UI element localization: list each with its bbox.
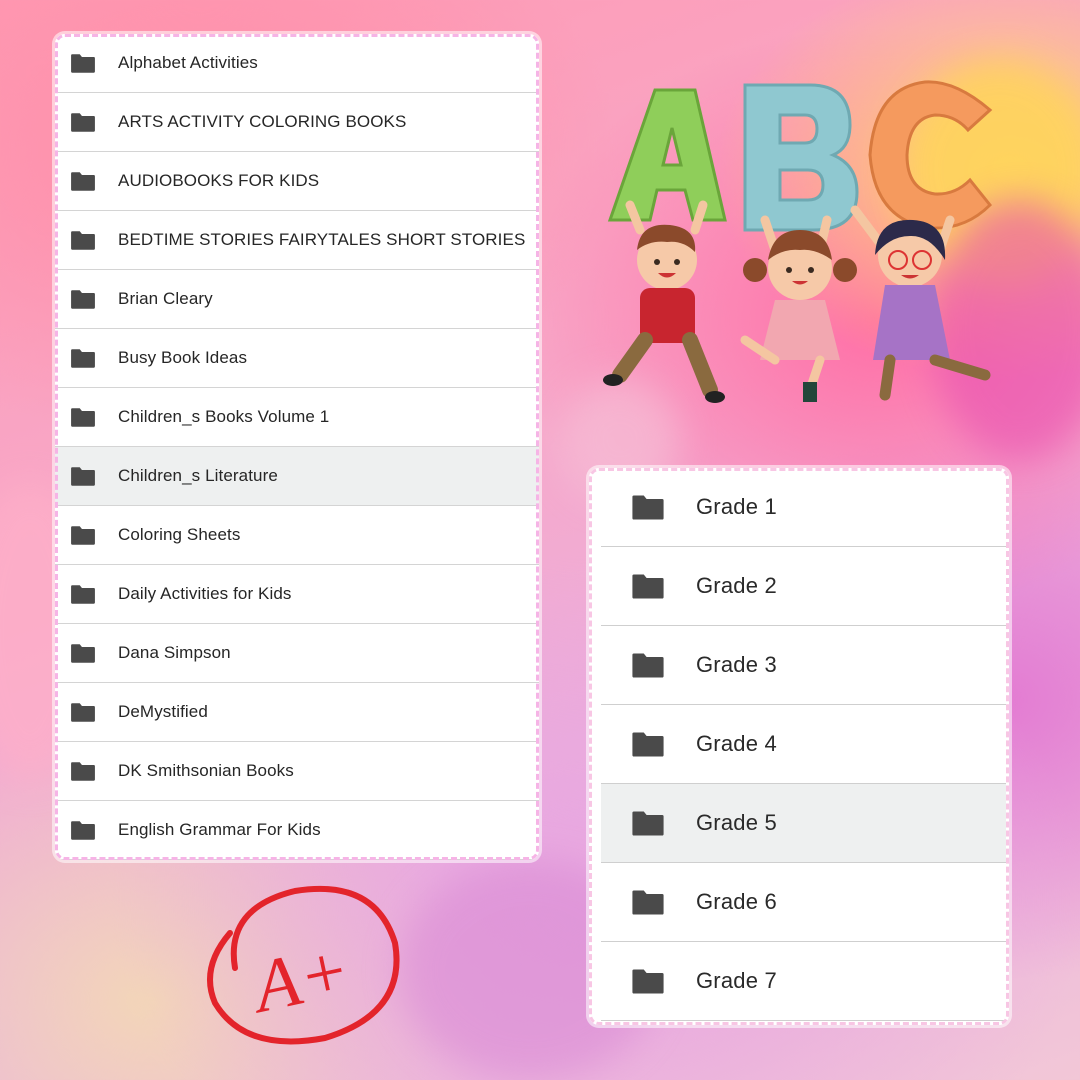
folder-label: Grade 2 — [696, 573, 777, 598]
folder-icon — [70, 289, 96, 310]
folder-label: English Grammar For Kids — [118, 820, 321, 839]
letter-a-illustration — [607, 88, 727, 222]
folder-label: Grade 5 — [696, 810, 777, 835]
folder-row[interactable]: Daily Activities for Kids — [55, 565, 539, 624]
folder-icon — [70, 230, 96, 251]
grade-list-panel: Grade 1 Grade 2 Grade 3 Grade 4 Grade 5 Grade… — [589, 468, 1009, 1025]
folder-row[interactable]: Grade 4 — [601, 705, 1006, 784]
folder-icon — [631, 968, 665, 995]
folder-icon — [70, 761, 96, 782]
folder-row[interactable]: Busy Book Ideas — [55, 329, 539, 388]
folder-list-panel: Alphabet Activities ARTS ACTIVITY COLORIN… — [55, 34, 539, 860]
folder-icon — [631, 652, 665, 679]
folder-row[interactable]: Grade 1 — [601, 468, 1006, 547]
folder-icon — [70, 702, 96, 723]
folder-row[interactable]: Dana Simpson — [55, 624, 539, 683]
folder-icon — [70, 466, 96, 487]
folder-icon — [631, 731, 665, 758]
folder-icon — [70, 171, 96, 192]
folder-label: DeMystified — [118, 702, 208, 721]
folder-label: ARTS ACTIVITY COLORING BOOKS — [118, 112, 407, 131]
folder-label: BEDTIME STORIES FAIRYTALES SHORT STORIES — [118, 230, 526, 249]
abc-kids-illustration — [603, 80, 993, 403]
folder-row[interactable]: English Grammar For Kids — [55, 801, 539, 860]
folder-label: Alphabet Activities — [118, 53, 258, 72]
folder-icon — [70, 643, 96, 664]
folder-icon — [70, 53, 96, 74]
girl-illustration — [740, 215, 857, 402]
letter-c-illustration — [868, 80, 993, 230]
folder-label: Children_s Literature — [118, 466, 278, 485]
folder-label: Grade 4 — [696, 731, 777, 756]
a-plus-badge: A+ — [207, 885, 400, 1045]
folder-icon — [70, 348, 96, 369]
folder-row[interactable]: Alphabet Activities — [55, 34, 539, 93]
folder-icon — [70, 407, 96, 428]
letter-b-illustration — [743, 83, 859, 232]
folder-label: Daily Activities for Kids — [118, 584, 292, 603]
folder-icon — [631, 889, 665, 916]
folder-icon — [631, 494, 665, 521]
folder-row[interactable]: BEDTIME STORIES FAIRYTALES SHORT STORIES — [55, 211, 539, 270]
folder-row[interactable]: Grade 7 — [601, 942, 1006, 1021]
folder-row[interactable]: Grade 5 — [601, 784, 1006, 863]
folder-icon — [631, 573, 665, 600]
girl-with-glasses-illustration — [850, 205, 991, 401]
folder-list: Alphabet Activities ARTS ACTIVITY COLORIN… — [55, 34, 539, 860]
folder-label: AUDIOBOOKS FOR KIDS — [118, 171, 320, 190]
folder-row[interactable]: Children_s Literature — [55, 447, 539, 506]
folder-row[interactable]: DK Smithsonian Books — [55, 742, 539, 801]
badge-text: A+ — [242, 929, 357, 1030]
folder-label: Dana Simpson — [118, 643, 231, 662]
folder-icon — [70, 820, 96, 841]
boy-illustration — [603, 200, 725, 403]
folder-label: Grade 6 — [696, 889, 777, 914]
folder-label: Children_s Books Volume 1 — [118, 407, 330, 426]
grade-list: Grade 1 Grade 2 Grade 3 Grade 4 Grade 5 Grade… — [589, 468, 1009, 1021]
folder-icon — [70, 584, 96, 605]
folder-row[interactable]: Grade 3 — [601, 626, 1006, 705]
folder-row[interactable]: Brian Cleary — [55, 270, 539, 329]
folder-label: Grade 3 — [696, 652, 777, 677]
folder-row[interactable]: AUDIOBOOKS FOR KIDS — [55, 152, 539, 211]
folder-label: Grade 7 — [696, 968, 777, 993]
folder-icon — [70, 525, 96, 546]
folder-label: Coloring Sheets — [118, 525, 241, 544]
folder-row[interactable]: Grade 2 — [601, 547, 1006, 626]
folder-row[interactable]: Children_s Books Volume 1 — [55, 388, 539, 447]
folder-label: Brian Cleary — [118, 289, 213, 308]
folder-label: Busy Book Ideas — [118, 348, 248, 367]
folder-label: Grade 1 — [696, 494, 777, 519]
folder-label: DK Smithsonian Books — [118, 761, 294, 780]
folder-icon — [631, 810, 665, 837]
folder-row[interactable]: DeMystified — [55, 683, 539, 742]
folder-row[interactable]: ARTS ACTIVITY COLORING BOOKS — [55, 93, 539, 152]
folder-row[interactable]: Coloring Sheets — [55, 506, 539, 565]
folder-row[interactable]: Grade 6 — [601, 863, 1006, 942]
folder-icon — [70, 112, 96, 133]
